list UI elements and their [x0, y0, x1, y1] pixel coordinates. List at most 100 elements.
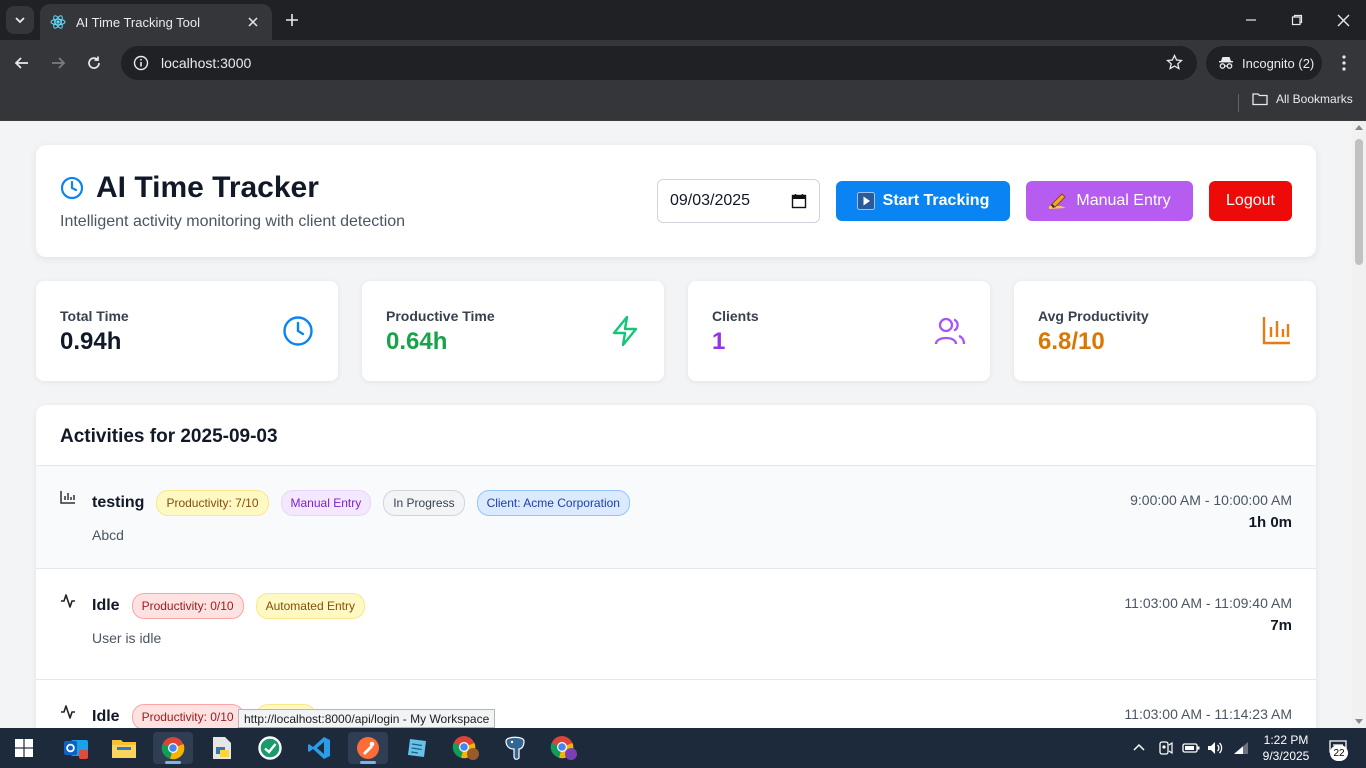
- taskbar-file-explorer[interactable]: [104, 732, 144, 764]
- close-icon: [248, 17, 258, 27]
- lightning-icon: [612, 315, 638, 347]
- address-bar[interactable]: localhost:3000: [121, 46, 1197, 80]
- bar-chart-icon: [60, 491, 75, 504]
- app-header-card: AI Time Tracker Intelligent activity mon…: [36, 145, 1316, 257]
- activity-name: Idle: [92, 708, 120, 725]
- browser-toolbar: localhost:3000 Incognito (2): [0, 40, 1366, 86]
- activities-panel: Activities for 2025-09-03 testing Produc…: [36, 405, 1316, 728]
- start-tracking-button[interactable]: Start Tracking: [836, 181, 1010, 221]
- reload-button[interactable]: [80, 49, 108, 77]
- new-tab-button[interactable]: [280, 8, 304, 32]
- stat-card-productive-time: Productive Time 0.64h: [362, 281, 664, 381]
- start-button[interactable]: [4, 732, 44, 764]
- arrow-right-icon: [52, 57, 66, 69]
- activity-name: Idle: [92, 597, 120, 614]
- client-badge: Client: Acme Corporation: [476, 490, 630, 516]
- folder-icon: [112, 740, 136, 758]
- taskbar-chrome-profile[interactable]: [446, 732, 486, 764]
- chrome-icon: [161, 737, 185, 760]
- tab-close-button[interactable]: [244, 13, 262, 31]
- url-text: localhost:3000: [161, 55, 252, 71]
- activity-row[interactable]: Idle Productivity: 0/10 11:03:00 AM - 11…: [36, 680, 1316, 728]
- activity-description: Abcd: [92, 527, 124, 543]
- bar-chart-icon: [1262, 317, 1290, 345]
- activities-heading: Activities for 2025-09-03: [36, 405, 1316, 466]
- logout-button[interactable]: Logout: [1209, 181, 1292, 221]
- plus-icon: [286, 14, 298, 26]
- back-button[interactable]: [8, 49, 36, 77]
- wifi-icon[interactable]: [1232, 740, 1250, 756]
- taskbar-chrome-profile-d[interactable]: [544, 732, 584, 764]
- scroll-down-arrow[interactable]: [1355, 719, 1363, 724]
- stat-label: Total Time: [60, 308, 129, 324]
- tab-search-button[interactable]: [6, 6, 34, 34]
- incognito-profile-button[interactable]: Incognito (2): [1206, 46, 1322, 80]
- app-title-row: AI Time Tracker: [60, 171, 319, 205]
- close-icon: [1337, 14, 1349, 26]
- taskbar-chrome-active[interactable]: [153, 732, 193, 764]
- chrome-icon: [550, 736, 577, 760]
- camera-icon[interactable]: [1158, 740, 1174, 756]
- taskbar-vscode[interactable]: [299, 732, 339, 764]
- browser-tab-bar: AI Time Tracking Tool: [0, 0, 1366, 40]
- clock-time: 1:22 PM: [1263, 733, 1309, 747]
- forward-button[interactable]: [44, 49, 72, 77]
- battery-icon[interactable]: [1182, 741, 1200, 755]
- play-icon: [856, 192, 875, 210]
- tab-title: AI Time Tracking Tool: [76, 14, 201, 30]
- notification-count-badge: 22: [1330, 745, 1348, 761]
- activity-title-row: Idle Productivity: 0/10 Automated Entry: [92, 593, 377, 619]
- productivity-badge: Productivity: 7/10: [156, 490, 269, 516]
- clock-date: 9/3/2025: [1262, 749, 1310, 763]
- speaker-icon[interactable]: [1206, 740, 1224, 756]
- activity-icon: [61, 705, 75, 719]
- activity-icon: [61, 594, 75, 608]
- taskbar-clock[interactable]: 1:22 PM 9/3/2025: [1254, 732, 1318, 764]
- windows-logo-icon: [15, 739, 33, 757]
- stat-value: 0.94h: [60, 328, 122, 355]
- browser-tab[interactable]: AI Time Tracking Tool: [40, 4, 272, 40]
- taskbar-check-app[interactable]: [250, 732, 290, 764]
- activity-description: User is idle: [92, 630, 162, 646]
- link-status-tooltip: http://localhost:8000/api/login - My Wor…: [238, 709, 496, 728]
- productivity-badge: Productivity: 0/10: [131, 593, 244, 619]
- chevron-up-icon[interactable]: [1132, 741, 1146, 755]
- info-icon[interactable]: [133, 55, 149, 71]
- close-window-button[interactable]: [1320, 0, 1366, 40]
- restore-icon: [1291, 14, 1303, 26]
- activity-row[interactable]: Idle Productivity: 0/10 Automated Entry …: [36, 569, 1316, 680]
- scrollbar-thumb[interactable]: [1355, 139, 1363, 265]
- scroll-up-arrow[interactable]: [1355, 125, 1363, 130]
- activity-row[interactable]: testing Productivity: 7/10 Manual Entry …: [36, 466, 1316, 569]
- elephant-icon: [505, 736, 525, 760]
- minimize-icon: [1246, 19, 1256, 21]
- chevron-down-icon: [15, 17, 25, 24]
- taskbar-app-blue[interactable]: [397, 732, 437, 764]
- taskbar-python-app[interactable]: [202, 732, 242, 764]
- taskbar-postgresql[interactable]: [495, 732, 535, 764]
- activity-time-range: 11:03:00 AM - 11:09:40 AM: [1124, 595, 1292, 611]
- check-circle-icon: [258, 736, 282, 760]
- taskbar-outlook[interactable]: [56, 732, 96, 764]
- date-picker-input[interactable]: 09/03/2025: [657, 179, 820, 223]
- minimize-button[interactable]: [1228, 0, 1274, 40]
- browser-menu-button[interactable]: [1332, 51, 1356, 75]
- manual-entry-button[interactable]: Manual Entry: [1026, 181, 1193, 221]
- star-icon[interactable]: [1166, 54, 1183, 71]
- page-title: AI Time Tracker: [96, 171, 319, 204]
- document-icon: [213, 737, 231, 759]
- arrow-left-icon: [14, 57, 28, 69]
- activity-duration: 7m: [1270, 617, 1292, 634]
- calendar-icon[interactable]: [791, 193, 807, 209]
- restore-button[interactable]: [1274, 0, 1320, 40]
- incognito-icon: [1219, 57, 1233, 69]
- taskbar-postman[interactable]: [348, 732, 388, 764]
- all-bookmarks-label: All Bookmarks: [1276, 92, 1353, 106]
- vscode-icon: [308, 737, 330, 759]
- all-bookmarks-button[interactable]: All Bookmarks: [1252, 92, 1353, 106]
- start-tracking-label: Start Tracking: [882, 192, 990, 209]
- notes-icon: [408, 739, 426, 757]
- profile-label: Incognito (2): [1242, 55, 1315, 71]
- outlook-icon: [64, 740, 88, 759]
- page-scrollbar[interactable]: [1352, 121, 1366, 728]
